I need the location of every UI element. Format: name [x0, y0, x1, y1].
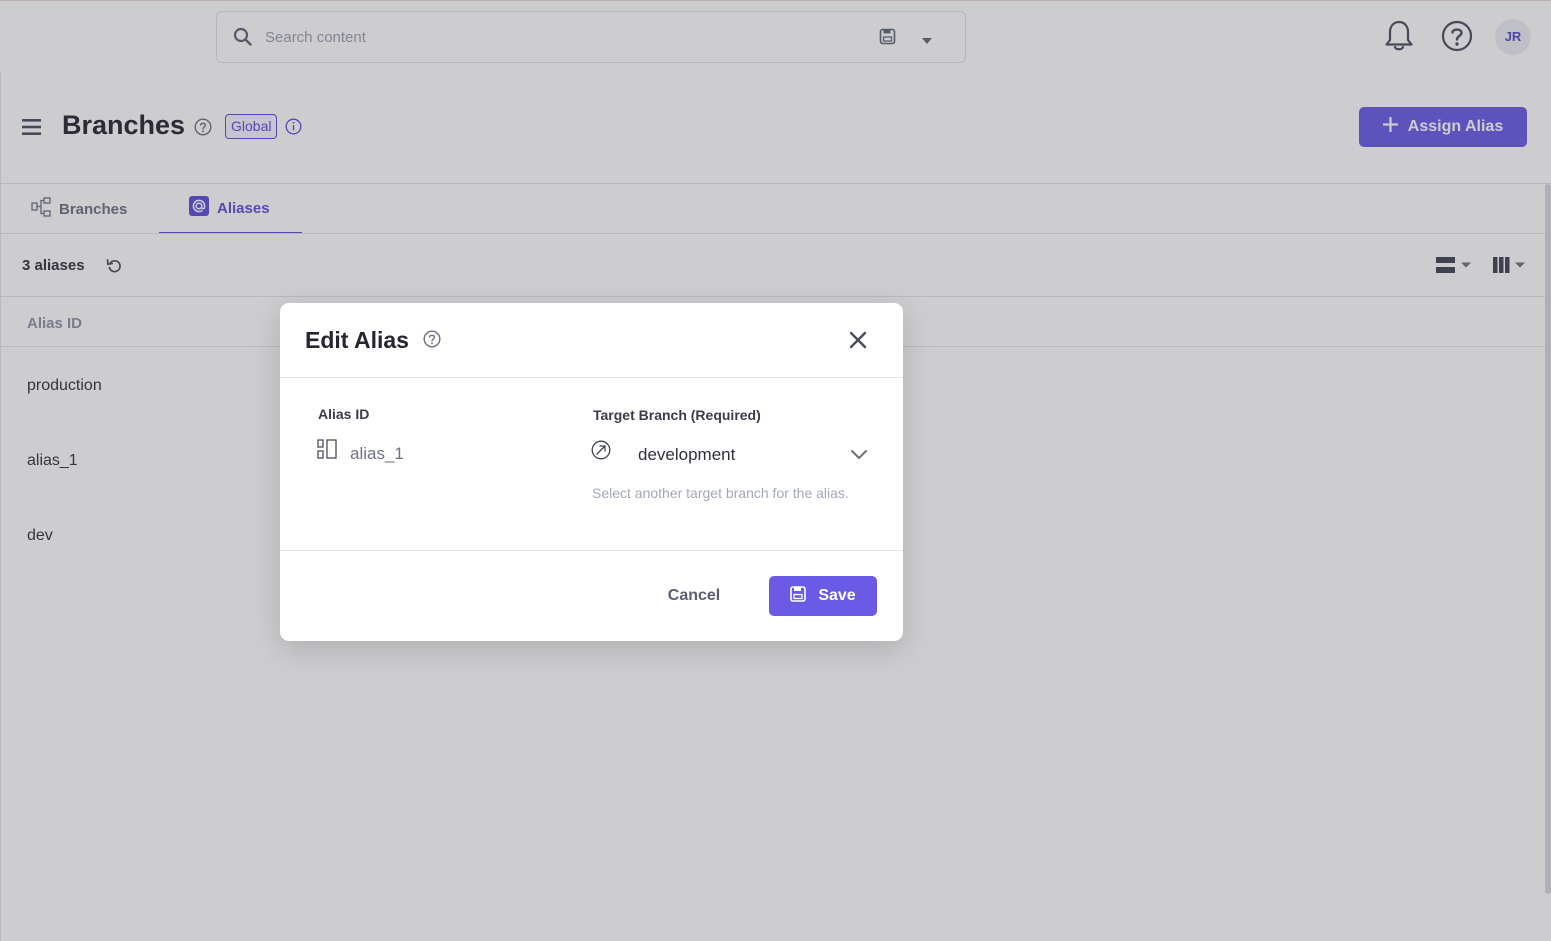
cancel-button[interactable]: Cancel [650, 576, 738, 616]
target-branch-helper-text: Select another target branch for the ali… [592, 485, 849, 501]
dialog-header-divider [280, 377, 903, 378]
save-button[interactable]: Save [769, 576, 877, 616]
dialog-help-icon[interactable] [423, 330, 441, 353]
save-icon [790, 585, 807, 607]
chevron-down-icon[interactable] [850, 448, 868, 466]
alias-id-value: alias_1 [350, 444, 404, 463]
target-branch-select[interactable]: development [638, 445, 735, 465]
dialog-title: Edit Alias [305, 327, 409, 353]
alias-id-label: Alias ID [318, 406, 370, 422]
branch-target-icon [591, 440, 611, 465]
edit-alias-dialog: Edit Alias Alias ID alias_1 Target Branc… [280, 303, 903, 641]
save-button-label: Save [818, 587, 856, 604]
target-branch-label: Target Branch (Required) [593, 407, 761, 423]
close-icon[interactable] [846, 328, 870, 357]
alias-id-icon [317, 439, 337, 464]
dialog-footer-divider [280, 550, 903, 551]
